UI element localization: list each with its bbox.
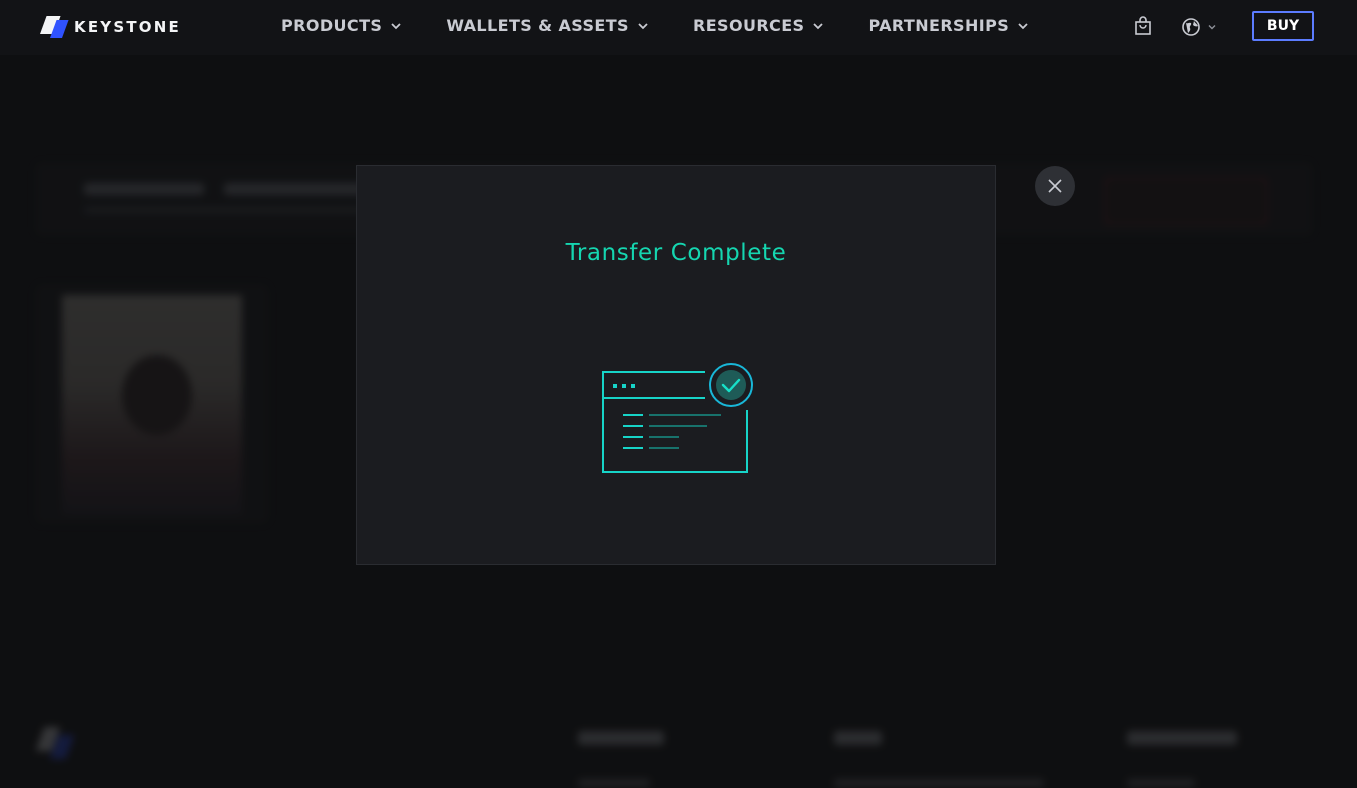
modal-title: Transfer Complete <box>565 240 787 266</box>
chevron-down-icon <box>813 22 824 29</box>
language-selector[interactable] <box>1181 17 1217 37</box>
close-icon <box>1048 179 1062 193</box>
chevron-down-icon <box>391 22 401 29</box>
keystone-logo-icon <box>40 16 69 38</box>
modal-close-button[interactable] <box>1035 166 1075 206</box>
main-nav: PRODUCTS WALLETS & ASSETS RESOURCES PART… <box>281 16 1073 35</box>
nav-item-wallets-assets[interactable]: WALLETS & ASSETS <box>446 16 649 35</box>
nav-item-partnerships[interactable]: PARTNERSHIPS <box>868 16 1029 35</box>
nav-item-resources[interactable]: RESOURCES <box>693 16 824 35</box>
nav-item-label: PRODUCTS <box>281 16 383 35</box>
brand-logo[interactable]: KEYSTONE <box>40 16 181 38</box>
chevron-down-icon <box>1208 25 1216 30</box>
nav-item-label: RESOURCES <box>692 16 805 35</box>
nav-item-products[interactable]: PRODUCTS <box>281 16 402 35</box>
document-check-icon <box>602 363 753 473</box>
transfer-complete-modal: Transfer Complete <box>356 165 996 565</box>
brand-name: KEYSTONE <box>74 18 181 36</box>
nav-item-label: PARTNERSHIPS <box>868 16 1010 35</box>
buy-button[interactable]: BUY <box>1252 11 1314 41</box>
chevron-down-icon <box>638 22 648 29</box>
shopping-bag-icon[interactable] <box>1133 16 1153 36</box>
top-navigation-bar: KEYSTONE PRODUCTS WALLETS & ASSETS RESOU… <box>0 0 1357 55</box>
nav-item-label: WALLETS & ASSETS <box>446 16 629 35</box>
chevron-down-icon <box>1018 22 1028 29</box>
globe-icon <box>1182 18 1200 36</box>
